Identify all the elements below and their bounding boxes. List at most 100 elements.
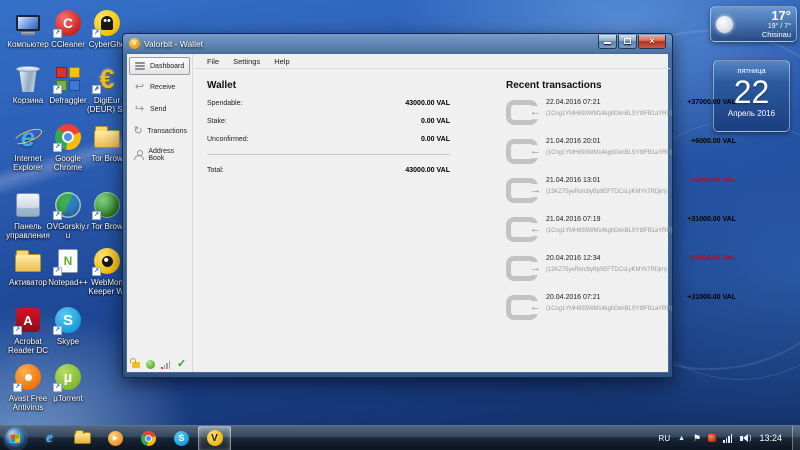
sidebar-item-address-book[interactable]: Address Book <box>129 143 190 167</box>
synced-check-icon: ✓ <box>177 359 186 370</box>
minimize-icon <box>604 42 611 44</box>
transaction-amount: -31000.00 VAL <box>689 177 736 184</box>
network-icon[interactable] <box>723 434 733 443</box>
transaction-address: (1Cng1YMH893WM14kghDknBLSYt9FB1aYRR) <box>546 150 736 156</box>
desktop-icon-recycle-bin[interactable]: Корзина <box>6 64 50 105</box>
transaction-row[interactable]: 21.04.2016 13:01 -31000.00 VAL (13KZ75ye… <box>506 177 736 216</box>
icon-label: Internet Explorer <box>6 154 50 172</box>
window-titlebar[interactable]: V Valorbit - Wallet × <box>126 34 669 53</box>
transaction-row[interactable]: 20.04.2016 12:34 -62000.00 VAL (13KZ75ye… <box>506 255 736 294</box>
volume-icon[interactable]: ) <box>740 434 751 442</box>
valorbit-app-icon: V <box>129 38 140 49</box>
language-indicator[interactable]: RU <box>659 434 671 443</box>
recycle-bin-icon <box>13 64 43 94</box>
desktop-icon-avast[interactable]: ↗ Avast Free Antivirus <box>6 362 50 412</box>
computer-icon <box>13 8 43 38</box>
maximize-icon <box>624 38 631 44</box>
transaction-address: (13KZ75yeRorcbyBp9EFTDCsLyKMYk7RDjm) <box>546 267 736 273</box>
icon-label: CCleaner <box>46 40 90 49</box>
sidebar-item-send[interactable]: ↪ Send <box>129 99 190 119</box>
taskbar-clock[interactable]: 13:24 <box>759 433 782 443</box>
internet-explorer-icon: e <box>13 122 43 152</box>
antivirus-tray-icon[interactable] <box>708 434 716 442</box>
show-hidden-icons-button[interactable]: ▲ <box>678 435 685 442</box>
transaction-row[interactable]: 21.04.2016 07:19 +31000.00 VAL (1Cng1YMH… <box>506 216 736 255</box>
wallet-sidebar: Dashboard ↩ Receive ↪ Send ↻ Transaction… <box>127 54 193 372</box>
transaction-amount: +37000.00 VAL <box>687 99 736 106</box>
avast-icon: ↗ <box>13 362 43 392</box>
valorbit-wallet-window: V Valorbit - Wallet × Dashboard ↩ Receiv… <box>122 33 673 378</box>
shortcut-arrow-icon: ↗ <box>92 267 101 276</box>
internet-explorer-icon: e <box>46 430 53 447</box>
desktop-icon-aktivator[interactable]: Активатор <box>6 246 50 287</box>
menu-help[interactable]: Help <box>267 55 296 68</box>
desktop-icon-utorrent[interactable]: µ↗ µTorrent <box>46 362 90 403</box>
sidebar-item-dashboard[interactable]: Dashboard <box>129 57 190 75</box>
sidebar-item-receive[interactable]: ↩ Receive <box>129 77 190 97</box>
desktop: Компьютер C↗ CCleaner ↗ CyberGho Корзина… <box>0 0 800 450</box>
wallet-status-bar: ✓ <box>127 357 668 372</box>
menu-bar: File Settings Help <box>194 54 670 69</box>
desktop-icon-acrobat[interactable]: A↗ Acrobat Reader DC <box>6 305 50 355</box>
shortcut-arrow-icon: ↗ <box>13 326 22 335</box>
desktop-icon-ovgorskiy[interactable]: ↗ OVGorskiy.ru <box>46 190 90 240</box>
shortcut-arrow-icon: ↗ <box>53 326 62 335</box>
desktop-icon-ccleaner[interactable]: C↗ CCleaner <box>46 8 90 49</box>
sidebar-item-transactions[interactable]: ↻ Transactions <box>129 121 190 141</box>
icon-label: Google Chrome <box>46 154 90 172</box>
transaction-date: 21.04.2016 20:01 <box>546 138 601 145</box>
dashboard-icon <box>132 62 147 70</box>
spendable-label: Spendable: <box>207 100 242 107</box>
transaction-row[interactable]: 20.04.2016 07:21 +31000.00 VAL (1Cng1YMH… <box>506 294 736 333</box>
taskbar-explorer[interactable] <box>66 426 99 450</box>
weather-gadget[interactable]: 17° 19° / 7° Chisinau <box>710 6 797 42</box>
valorbit-icon: V <box>207 430 223 446</box>
desktop-icon-notepadpp[interactable]: N↗ Notepad++ <box>46 246 90 287</box>
skype-icon: S↗ <box>53 305 83 335</box>
shortcut-arrow-icon: ↗ <box>53 383 62 392</box>
icon-label: Корзина <box>6 96 50 105</box>
acrobat-icon: A↗ <box>13 305 43 335</box>
show-desktop-button[interactable] <box>792 426 800 450</box>
desktop-icon-control-panel[interactable]: Панель управления <box>6 190 50 240</box>
folder-icon <box>13 246 43 276</box>
start-button[interactable] <box>5 428 26 449</box>
action-center-flag-icon[interactable]: ⚑ <box>693 434 701 443</box>
taskbar-chrome[interactable] <box>132 426 165 450</box>
taskbar-valorbit-active[interactable]: V <box>198 426 231 450</box>
unlocked-lock-icon <box>132 362 140 368</box>
control-panel-icon <box>13 190 43 220</box>
notepadpp-icon: N↗ <box>53 246 83 276</box>
transaction-date: 22.04.2016 07:21 <box>546 99 601 106</box>
menu-settings[interactable]: Settings <box>226 55 267 68</box>
wallet-heading: Wallet <box>207 80 450 91</box>
maximize-button[interactable] <box>618 35 637 49</box>
transaction-amount: -62000.00 VAL <box>689 255 736 262</box>
outgoing-transaction-icon <box>506 256 538 281</box>
desktop-icon-skype[interactable]: S↗ Skype <box>46 305 90 346</box>
transaction-row[interactable]: 21.04.2016 20:01 +6000.00 VAL (1Cng1YMH8… <box>506 138 736 177</box>
transactions-heading: Recent transactions <box>506 80 736 91</box>
transaction-date: 21.04.2016 07:19 <box>546 216 601 223</box>
minimize-button[interactable] <box>598 35 617 49</box>
stake-value: 0.00 VAL <box>421 118 450 125</box>
transaction-amount: +31000.00 VAL <box>687 294 736 301</box>
taskbar-skype[interactable]: S <box>165 426 198 450</box>
desktop-icon-chrome[interactable]: ↗ Google Chrome <box>46 122 90 172</box>
transaction-row[interactable]: 22.04.2016 07:21 +37000.00 VAL (1Cng1YMH… <box>506 99 736 138</box>
taskbar-internet-explorer[interactable]: e <box>33 426 66 450</box>
incoming-transaction-icon <box>506 217 538 242</box>
desktop-icon-computer[interactable]: Компьютер <box>6 8 50 49</box>
transactions-refresh-icon: ↻ <box>132 126 144 136</box>
chrome-icon <box>141 431 156 446</box>
taskbar-media-player[interactable]: ▶ <box>99 426 132 450</box>
transaction-date: 20.04.2016 12:34 <box>546 255 601 262</box>
weather-city: Chisinau <box>737 31 791 39</box>
desktop-icon-defraggler[interactable]: ↗ Defraggler <box>46 64 90 105</box>
icon-label: Активатор <box>6 278 50 287</box>
desktop-icon-internet-explorer[interactable]: e Internet Explorer <box>6 122 50 172</box>
total-label: Total: <box>207 167 224 174</box>
windows-logo-icon <box>10 433 20 443</box>
close-button[interactable]: × <box>638 35 666 49</box>
menu-file[interactable]: File <box>200 55 226 68</box>
